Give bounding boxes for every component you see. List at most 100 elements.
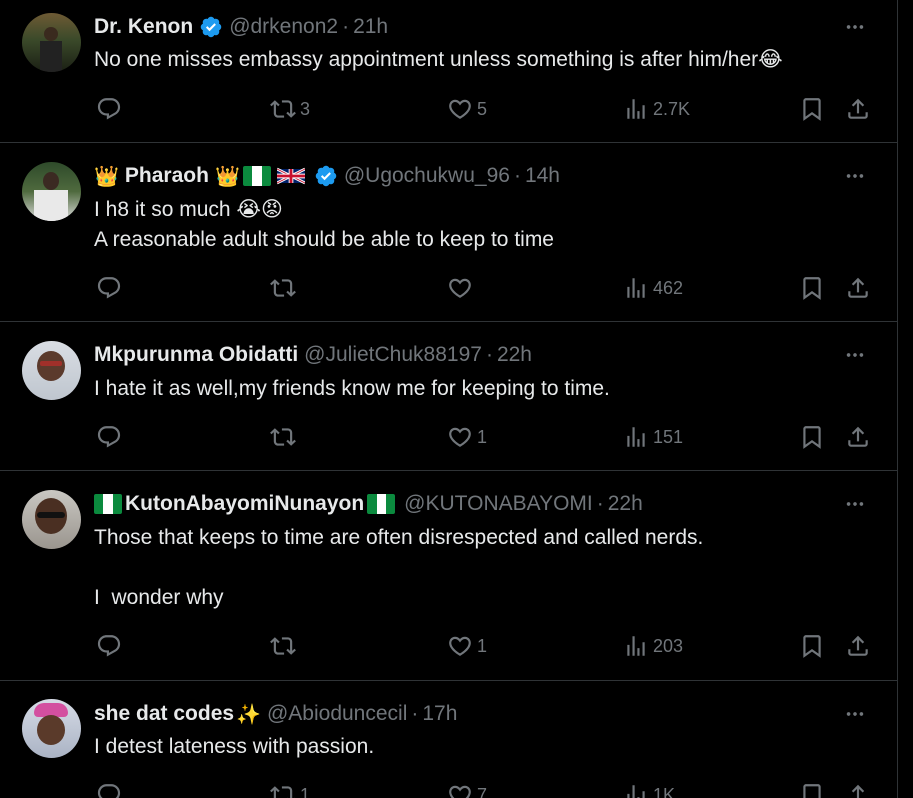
like-button[interactable]: 1 [447,631,487,661]
views-button[interactable]: 1K [623,780,675,798]
bookmark-icon [799,96,825,122]
tweet-kutonabayomi[interactable]: KutonAbayomiNunayon @KUTONABAYOMI · 22h … [0,471,897,681]
reply-button[interactable] [96,94,126,124]
share-icon [845,275,871,301]
tweet-text: I h8 it so much 😭😡 A reasonable adult sh… [94,195,554,255]
avatar[interactable] [22,490,81,549]
views-button[interactable]: 462 [623,273,683,303]
share-button[interactable] [845,631,871,661]
more-icon[interactable] [841,13,869,41]
like-button[interactable]: 5 [447,94,487,124]
reply-icon [96,633,122,659]
share-button[interactable] [845,780,871,798]
dot-separator: · [513,164,521,187]
emoji: 😂 [758,48,783,72]
nigeria-flag-icon [242,166,271,186]
timestamp[interactable]: 17h [422,702,457,726]
tweet-abioduncecil[interactable]: she dat codes ✨ @Abioduncecil · 17h I de… [0,681,897,798]
tweet-ugochukwu[interactable]: 👑 Pharaoh 👑 @Ugochukwu_96 · 14h I h8 it … [0,143,897,322]
like-button[interactable] [447,273,473,303]
tweet-text: I detest lateness with passion. [94,735,375,758]
tweet-text: No one misses embassy appointment unless… [94,45,783,75]
view-count: 1K [653,784,676,798]
retweet-icon [270,782,296,798]
retweet-count: 3 [300,98,311,119]
views-button[interactable]: 151 [623,422,683,452]
like-button[interactable]: 1 [447,422,487,452]
avatar[interactable] [22,13,81,72]
timestamp[interactable]: 21h [353,15,388,39]
tweet-header: Mkpurunma Obidatti @JulietChuk88197 · 22… [94,341,532,369]
bookmark-button[interactable] [799,631,825,661]
share-icon [845,424,871,450]
tweet-actions: 1 151 [94,422,874,452]
views-icon [623,633,649,659]
retweet-icon [270,424,296,450]
timestamp[interactable]: 14h [525,164,560,188]
more-icon[interactable] [841,700,869,728]
handle[interactable]: @Ugochukwu_96 [344,164,510,188]
display-name[interactable]: Mkpurunma Obidatti [94,343,298,367]
share-button[interactable] [845,422,871,452]
views-button[interactable]: 203 [623,631,683,661]
bookmark-button[interactable] [799,780,825,798]
reply-icon [96,424,122,450]
share-button[interactable] [845,94,871,124]
display-name[interactable]: Dr. Kenon [94,15,193,39]
like-count: 7 [477,784,488,798]
crown-icon: 👑 [214,165,240,188]
bookmark-icon [799,782,825,798]
reply-button[interactable] [96,780,122,798]
reply-feed: Dr. Kenon @drkenon2 · 21h No one misses … [0,0,898,798]
dot-separator: · [485,343,493,366]
retweet-button[interactable] [270,273,296,303]
timestamp[interactable]: 22h [497,343,532,367]
reply-button[interactable] [96,631,122,661]
bookmark-button[interactable] [799,273,825,303]
tweet-julietchuk[interactable]: Mkpurunma Obidatti @JulietChuk88197 · 22… [0,322,897,471]
bookmark-button[interactable] [799,422,825,452]
views-button[interactable]: 2.7K [623,94,690,124]
more-icon[interactable] [841,162,869,190]
emoji: 😭😡 [236,198,283,222]
tweet-text: I hate it as well,my friends know me for… [94,377,610,400]
share-icon [845,782,871,798]
more-icon[interactable] [841,341,869,369]
more-icon[interactable] [841,490,869,518]
display-name[interactable]: KutonAbayomiNunayon [125,492,364,516]
retweet-button[interactable]: 3 [270,94,310,124]
verified-badge-icon [199,15,223,39]
retweet-button[interactable]: 1 [270,780,310,798]
share-icon [845,96,871,122]
reply-icon [96,275,122,301]
like-count: 1 [477,635,488,656]
bookmark-button[interactable] [799,94,825,124]
avatar[interactable] [22,341,81,400]
tweet-drkenon2[interactable]: Dr. Kenon @drkenon2 · 21h No one misses … [0,0,897,143]
display-name[interactable]: she dat codes [94,702,234,726]
view-count: 203 [653,635,684,656]
display-name[interactable]: Pharaoh [125,164,209,188]
like-button[interactable]: 7 [447,780,487,798]
retweet-button[interactable] [270,422,296,452]
tweet-text: Those that keeps to time are often disre… [94,526,704,609]
handle[interactable]: @KUTONABAYOMI [404,492,593,516]
avatar[interactable] [22,162,81,221]
handle[interactable]: @Abioduncecil [267,702,407,726]
nigeria-flag-icon [367,494,396,514]
handle[interactable]: @drkenon2 [229,15,338,39]
views-icon [623,96,649,122]
reply-button[interactable] [96,273,122,303]
view-count: 462 [653,277,684,298]
retweet-button[interactable] [270,631,296,661]
tweet-header: KutonAbayomiNunayon @KUTONABAYOMI · 22h [94,490,643,518]
tweet-header: Dr. Kenon @drkenon2 · 21h [94,13,388,41]
avatar[interactable] [22,699,81,758]
bookmark-icon [799,633,825,659]
reply-button[interactable] [96,422,122,452]
tweet-header: she dat codes ✨ @Abioduncecil · 17h [94,700,457,728]
handle[interactable]: @JulietChuk88197 [304,343,482,367]
share-button[interactable] [845,273,871,303]
crown-icon: 👑 [94,165,119,188]
timestamp[interactable]: 22h [608,492,643,516]
